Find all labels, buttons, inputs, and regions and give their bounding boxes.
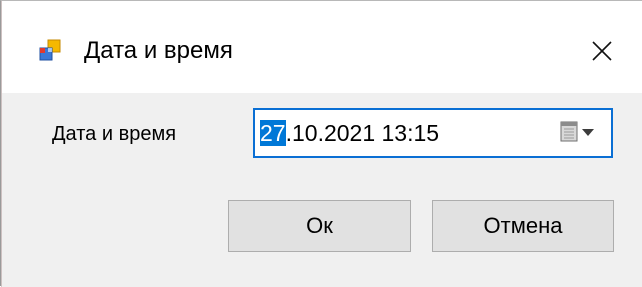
dialog-body: Дата и время 27.10.2021 13:15 Ок Отмена	[2, 93, 642, 287]
chevron-down-icon	[582, 124, 594, 142]
datetime-day-selected[interactable]: 27	[260, 120, 286, 146]
datetime-dropdown-button[interactable]	[551, 118, 603, 148]
close-button[interactable]	[576, 29, 628, 77]
datetime-value[interactable]: 27.10.2021 13:15	[260, 120, 439, 147]
close-icon	[590, 39, 614, 68]
title-bar[interactable]: Дата и время	[2, 1, 642, 93]
ok-button[interactable]: Ок	[228, 200, 411, 252]
datetime-picker[interactable]: 27.10.2021 13:15	[253, 108, 613, 158]
window-title: Дата и время	[84, 37, 233, 64]
datetime-label: Дата и время	[52, 123, 177, 145]
app-window-icon	[39, 39, 61, 61]
dialog-window: Дата и время Дата и время 27.10.2021 13:…	[0, 0, 642, 287]
calendar-icon	[560, 120, 578, 147]
datetime-value-rest[interactable]: .10.2021 13:15	[286, 120, 439, 146]
cancel-button[interactable]: Отмена	[432, 200, 614, 252]
